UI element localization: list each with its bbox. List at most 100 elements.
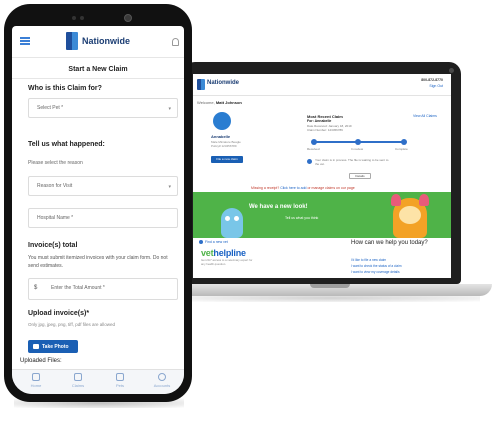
laptop-screen: Nationwide 800-872-8770 Sign Out Welcome… bbox=[193, 74, 451, 278]
take-photo-label: Take Photo bbox=[42, 343, 69, 350]
cat-eye bbox=[234, 216, 239, 221]
progress-step-dot bbox=[311, 139, 317, 145]
progress-step-label: Complete bbox=[395, 147, 408, 151]
progress-step-label: In review bbox=[351, 147, 364, 151]
account-icon bbox=[158, 373, 166, 381]
notification-bell-icon[interactable] bbox=[172, 38, 179, 46]
uploaded-files-label: Uploaded Files: bbox=[20, 358, 62, 364]
nationwide-logo-icon[interactable] bbox=[197, 79, 205, 90]
file-claim-button[interactable]: File a new claim bbox=[211, 156, 243, 163]
welcome-message: Welcome, Matt Johnson bbox=[197, 100, 242, 105]
hamburger-menu-icon[interactable] bbox=[20, 37, 30, 45]
help-link[interactable]: I want to check the status of a claim bbox=[351, 264, 402, 268]
find-vet-link[interactable]: Find a new vet bbox=[205, 240, 228, 244]
tab-label: Home bbox=[30, 383, 42, 388]
chevron-down-icon: ▾ bbox=[168, 106, 171, 112]
laptop-notch bbox=[310, 284, 350, 288]
welcome-name: Matt Johnson bbox=[215, 100, 242, 105]
laptop-lid: Nationwide 800-872-8770 Sign Out Welcome… bbox=[183, 62, 461, 284]
progress-step-dot bbox=[355, 139, 361, 145]
tab-label: Pets bbox=[115, 383, 124, 388]
missing-receipt-suffix: or manage claims on our page bbox=[307, 186, 355, 190]
hospital-placeholder: Hospital Name * bbox=[37, 215, 74, 221]
phone-sensor bbox=[80, 16, 84, 20]
select-pet-placeholder: Select Pet * bbox=[37, 105, 64, 111]
dog-ear bbox=[391, 194, 401, 206]
title-divider bbox=[12, 78, 184, 79]
banner-title: We have a new look! bbox=[249, 204, 308, 210]
phone-header: Nationwide bbox=[12, 26, 184, 58]
invoice-description: You must submit itemized invoices with y… bbox=[28, 255, 168, 269]
tab-accounts[interactable]: Accounts bbox=[144, 373, 180, 388]
vethelpline-logo-part: helpline bbox=[213, 248, 246, 258]
dog-ear bbox=[419, 194, 429, 206]
take-photo-button[interactable]: Take Photo bbox=[28, 340, 78, 353]
cat-eye bbox=[225, 216, 230, 221]
pet-name: Annabelle bbox=[211, 134, 231, 139]
pets-icon bbox=[116, 373, 124, 381]
home-icon bbox=[32, 373, 40, 381]
tab-label: Claims bbox=[71, 383, 85, 388]
cat-mascot-illustration bbox=[221, 208, 243, 238]
add-receipt-link[interactable]: Click here to add bbox=[280, 186, 306, 190]
welcome-prefix: Welcome, bbox=[197, 100, 215, 105]
page-title: Start a New Claim bbox=[68, 66, 128, 73]
pet-avatar[interactable] bbox=[213, 112, 231, 130]
claims-icon bbox=[74, 373, 82, 381]
select-pet-dropdown[interactable]: Select Pet * ▾ bbox=[28, 98, 178, 118]
recent-claim-pet: For: Annabelle bbox=[307, 119, 332, 123]
bottom-tab-bar: Home Claims Pets Accounts bbox=[12, 369, 184, 394]
upload-file-types-hint: Only jpg, jpeg, png, tiff, pdf files are… bbox=[28, 322, 115, 327]
laptop-camera bbox=[449, 68, 454, 73]
who-question: Who is this Claim for? bbox=[28, 85, 102, 92]
reason-for-visit-dropdown[interactable]: Reason for Visit ▾ bbox=[28, 176, 178, 196]
tab-claims[interactable]: Claims bbox=[60, 373, 96, 388]
hospital-name-input[interactable]: Hospital Name * bbox=[28, 208, 178, 228]
phone-sensor bbox=[72, 16, 76, 20]
help-link[interactable]: I'd like to file a new claim bbox=[351, 258, 386, 262]
camera-icon bbox=[33, 344, 39, 349]
tab-pets[interactable]: Pets bbox=[102, 373, 138, 388]
what-happened-question: Tell us what happened: bbox=[28, 141, 105, 148]
phone-camera bbox=[124, 14, 132, 22]
invoice-total-title: Invoice(s) total bbox=[28, 242, 78, 249]
vethelpline-description: Get 24/7 access to a veterinary expert f… bbox=[201, 258, 253, 266]
view-all-claims-link[interactable]: View All Claims bbox=[413, 114, 437, 118]
claim-details-button[interactable]: Details bbox=[349, 173, 371, 179]
progress-step-dot bbox=[401, 139, 407, 145]
vethelpline-logo[interactable]: vethelpline bbox=[201, 248, 246, 258]
tab-home[interactable]: Home bbox=[18, 373, 54, 388]
reason-placeholder: Reason for Visit bbox=[37, 183, 73, 189]
help-link[interactable]: I want to view my coverage details bbox=[351, 270, 400, 274]
pet-info: Male Miniature Beagle Policy# 123456789 bbox=[211, 140, 241, 148]
tab-label: Accounts bbox=[153, 383, 171, 388]
claim-status-note: Your claim is in process. The file is wa… bbox=[315, 158, 389, 166]
chevron-down-icon: ▾ bbox=[168, 184, 171, 190]
laptop-header: Nationwide 800-872-8770 Sign Out bbox=[193, 74, 451, 96]
status-info-icon bbox=[307, 159, 312, 164]
sign-out-link[interactable]: Sign Out bbox=[429, 84, 443, 88]
total-amount-input[interactable]: $ Enter the Total Amount * bbox=[28, 278, 178, 300]
vethelpline-logo-part: vet bbox=[201, 248, 214, 258]
help-section-title: How can we help you today? bbox=[351, 240, 428, 246]
dog-mascot-illustration bbox=[391, 194, 429, 238]
phone-frame: Nationwide Start a New Claim Who is this… bbox=[4, 4, 192, 402]
phone-brand[interactable]: Nationwide bbox=[82, 36, 130, 46]
laptop-phone-number: 800-872-8770 bbox=[421, 78, 443, 82]
progress-step-label: Received bbox=[307, 147, 320, 151]
dog-face bbox=[399, 206, 421, 224]
phone-screen: Nationwide Start a New Claim Who is this… bbox=[12, 26, 184, 394]
laptop-brand[interactable]: Nationwide bbox=[207, 80, 239, 86]
recent-claim-details: Date Received: January 18, 2019 Claim Nu… bbox=[307, 124, 352, 132]
missing-receipt-note: Missing a receipt? Click here to add or … bbox=[251, 186, 355, 190]
new-look-banner[interactable]: We have a new look! Tell us what you thi… bbox=[193, 192, 451, 238]
banner-feedback-link[interactable]: Tell us what you think bbox=[285, 216, 318, 220]
missing-receipt-prefix: Missing a receipt? bbox=[251, 186, 280, 190]
marketing-device-scene: Nationwide 800-872-8770 Sign Out Welcome… bbox=[0, 0, 498, 429]
reason-hint: Please select the reason bbox=[28, 160, 83, 166]
location-pin-icon bbox=[199, 240, 203, 244]
amount-placeholder: Enter the Total Amount * bbox=[51, 285, 105, 291]
upload-invoice-title: Upload invoice(s)* bbox=[28, 310, 90, 317]
nationwide-logo-icon[interactable] bbox=[66, 32, 78, 50]
currency-symbol: $ bbox=[34, 285, 38, 291]
